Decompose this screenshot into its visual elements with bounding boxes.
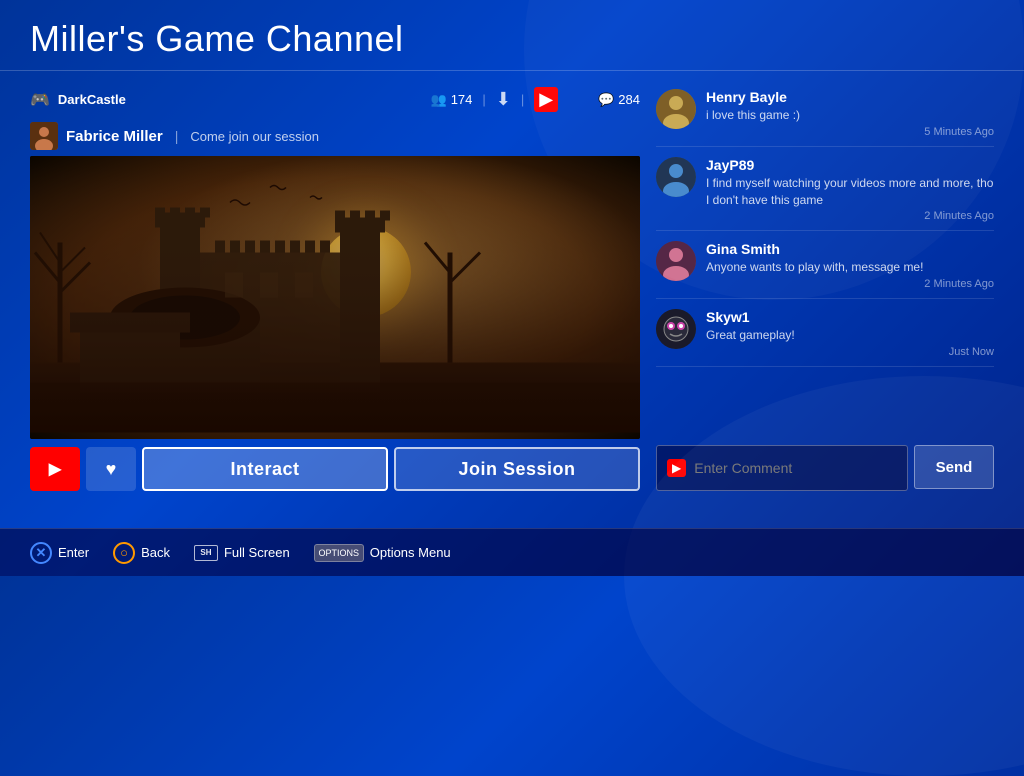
commenter-name: Gina Smith <box>706 241 994 257</box>
send-button[interactable]: Send <box>914 445 994 489</box>
comment-time: 2 Minutes Ago <box>706 278 994 290</box>
comments-list: Henry Bayle i love this game :) 5 Minute… <box>656 81 994 437</box>
avatar <box>656 241 696 281</box>
comment-text: i love this game :) <box>706 107 994 124</box>
like-button[interactable]: ♥ <box>86 447 136 491</box>
youtube-play-icon: ▶ <box>49 459 61 479</box>
comment-item: Skyw1 Great gameplay! Just Now <box>656 301 994 367</box>
avatar <box>656 157 696 197</box>
comment-time: Just Now <box>706 346 994 358</box>
comment-count: 💬 284 <box>598 92 640 108</box>
youtube-comment-icon: ▶ <box>667 459 686 477</box>
commenter-name: Skyw1 <box>706 309 994 325</box>
comment-text: I find myself watching your videos more … <box>706 175 994 209</box>
action-bar: ▶ ♥ Interact Join Session <box>30 439 640 491</box>
main-content: 🎮 DarkCastle 👥 174 | ⬇ | ▶ 💬 284 <box>0 71 1024 501</box>
streamer-avatar <box>30 122 58 150</box>
left-panel: 🎮 DarkCastle 👥 174 | ⬇ | ▶ 💬 284 <box>30 81 640 491</box>
back-control: ○ Back <box>113 542 170 564</box>
game-name: DarkCastle <box>58 92 126 107</box>
commenter-name: JayP89 <box>706 157 994 173</box>
youtube-icon-header: ▶ <box>534 87 558 112</box>
back-label: Back <box>141 545 170 560</box>
download-icon: ⬇ <box>496 89 511 110</box>
avatar <box>656 89 696 129</box>
circle-button-icon: ○ <box>113 542 135 564</box>
comment-text: Anyone wants to play with, message me! <box>706 259 994 276</box>
controller-icon: 🎮 <box>30 90 50 110</box>
comment-item: Henry Bayle i love this game :) 5 Minute… <box>656 81 994 147</box>
options-label: Options Menu <box>370 545 451 560</box>
video-frame[interactable] <box>30 156 640 439</box>
enter-label: Enter <box>58 545 89 560</box>
options-control: OPTIONS Options Menu <box>314 544 451 562</box>
streamer-name: Fabrice Miller <box>66 128 163 145</box>
comment-time: 2 Minutes Ago <box>706 210 994 222</box>
stream-description: Come join our session <box>190 129 319 144</box>
commenter-name: Henry Bayle <box>706 89 994 105</box>
follower-icon: 👥 <box>431 92 447 108</box>
comment-icon: 💬 <box>598 92 614 108</box>
footer: ✕ Enter ○ Back SH Full Screen OPTIONS Op… <box>0 528 1024 576</box>
castle-illustration <box>30 156 640 439</box>
right-panel: Henry Bayle i love this game :) 5 Minute… <box>656 81 994 491</box>
comment-item: Gina Smith Anyone wants to play with, me… <box>656 233 994 299</box>
follower-count: 👥 174 <box>431 92 473 108</box>
page-title: Miller's Game Channel <box>30 18 994 60</box>
join-session-button[interactable]: Join Session <box>394 447 640 491</box>
interact-button[interactable]: Interact <box>142 447 388 491</box>
comment-time: 5 Minutes Ago <box>706 126 994 138</box>
streamer-bar: Fabrice Miller | Come join our session <box>30 118 640 156</box>
options-button-icon: OPTIONS <box>314 544 364 562</box>
comment-input[interactable] <box>694 446 897 490</box>
avatar <box>656 309 696 349</box>
fullscreen-label: Full Screen <box>224 545 290 560</box>
comment-item: JayP89 I find myself watching your video… <box>656 149 994 232</box>
x-button-icon: ✕ <box>30 542 52 564</box>
comment-input-wrapper[interactable]: ▶ <box>656 445 908 491</box>
stream-info-bar: 🎮 DarkCastle 👥 174 | ⬇ | ▶ 💬 284 <box>30 81 640 118</box>
fullscreen-control: SH Full Screen <box>194 545 290 561</box>
stream-stats: 👥 174 | ⬇ | ▶ 💬 284 <box>431 87 641 112</box>
share-button-icon: SH <box>194 545 218 561</box>
comment-text: Great gameplay! <box>706 327 994 344</box>
comment-input-area: ▶ Send <box>656 437 994 491</box>
youtube-button[interactable]: ▶ <box>30 447 80 491</box>
enter-control: ✕ Enter <box>30 542 89 564</box>
header: Miller's Game Channel <box>0 0 1024 71</box>
